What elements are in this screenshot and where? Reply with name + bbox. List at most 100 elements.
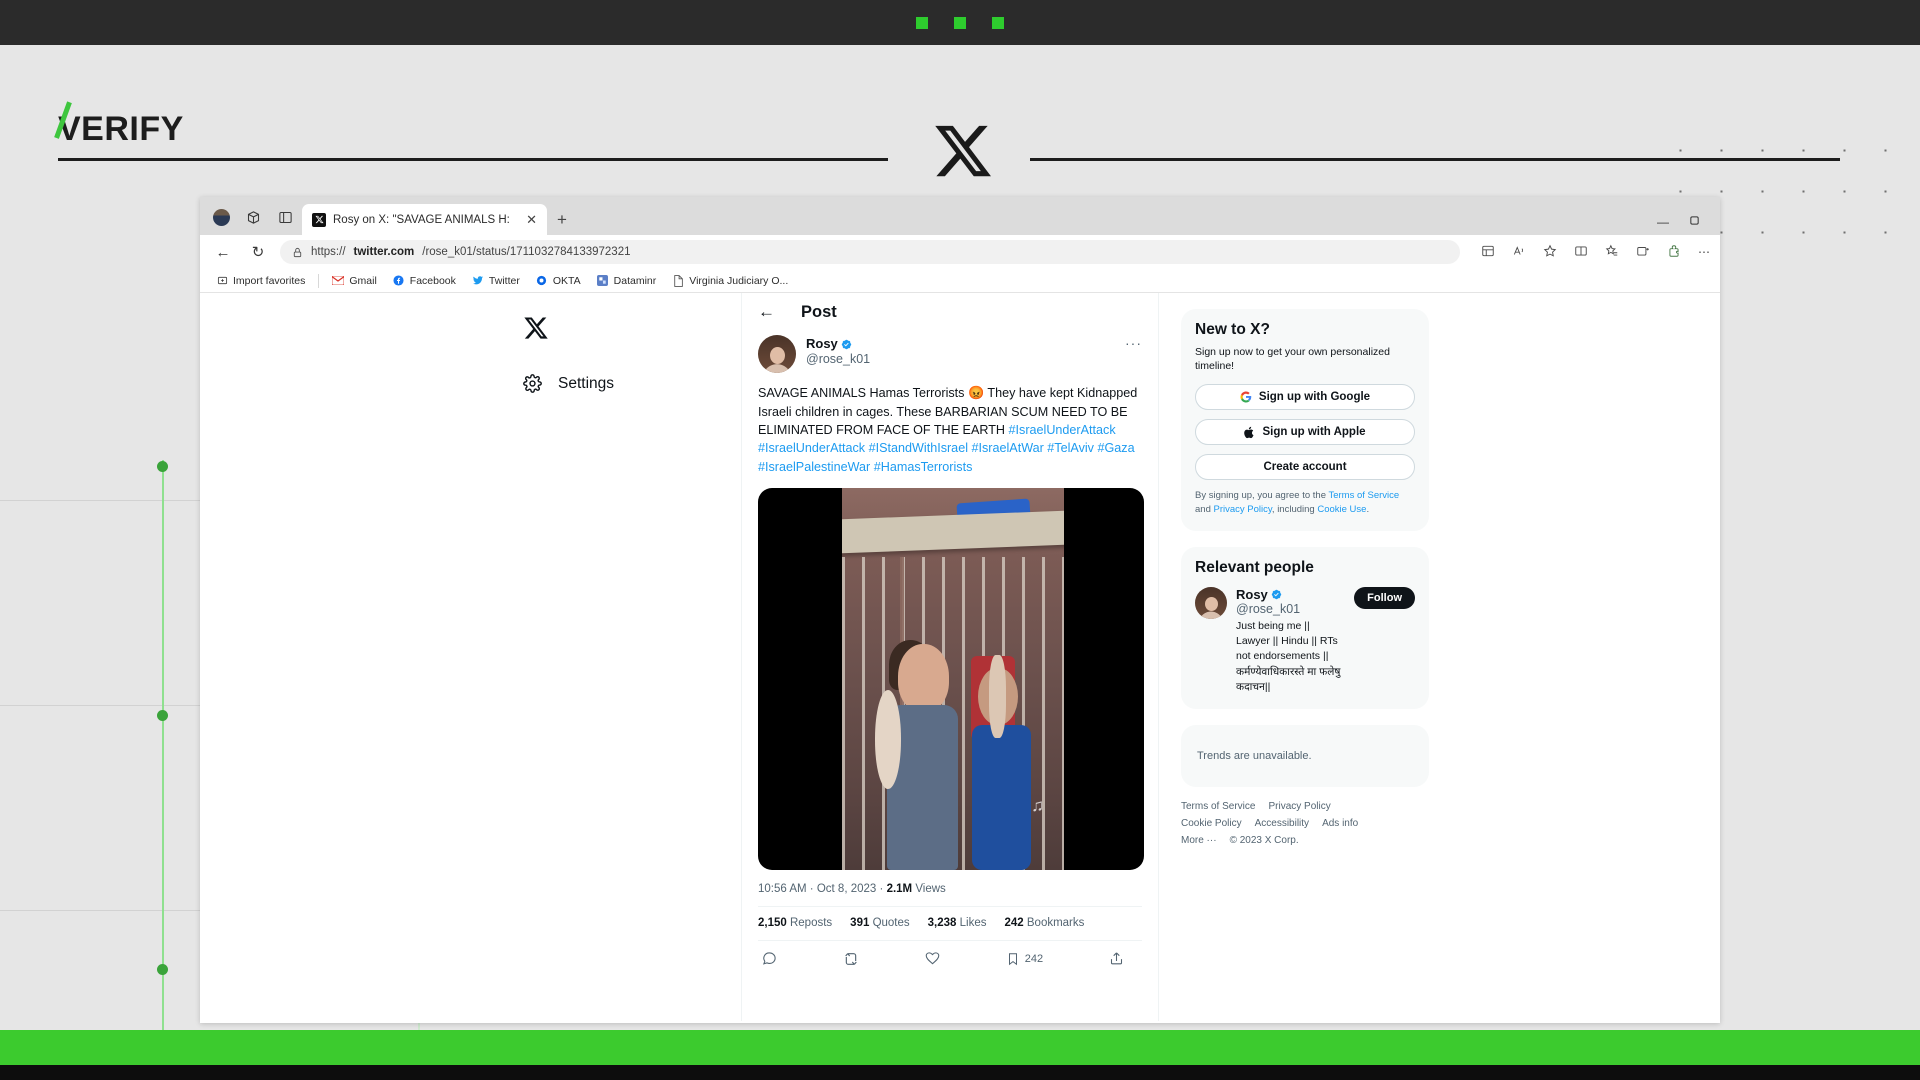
collections-icon[interactable] (1481, 244, 1495, 261)
person-bio: Just being me || Lawyer || Hindu || RTs … (1236, 619, 1341, 693)
like-button[interactable] (925, 951, 940, 966)
browser-essentials-icon[interactable] (1636, 244, 1650, 261)
top-status-bar (0, 0, 1920, 45)
signup-subtitle: Sign up now to get your own personalized… (1195, 346, 1390, 373)
tab-actions-icon[interactable] (270, 202, 300, 232)
tweet-video[interactable]: ♫ (758, 487, 1144, 870)
bookmark-count: 242 (1024, 952, 1044, 965)
decor-green-dot-1 (157, 461, 168, 472)
url-prefix: https:// (311, 246, 346, 258)
minimize-button[interactable]: — (1657, 215, 1669, 229)
footer-link-terms[interactable]: Terms of Service (1181, 801, 1255, 812)
profile-avatar-button[interactable] (206, 202, 236, 232)
follow-button[interactable]: Follow (1354, 586, 1415, 609)
legal-part-2: and (1195, 504, 1214, 516)
create-account-button[interactable]: Create account (1195, 454, 1415, 481)
bookmark-dataminr[interactable]: Dataminr (591, 273, 663, 289)
privacy-policy-link[interactable]: Privacy Policy (1214, 504, 1272, 515)
stat-reposts[interactable]: 2,150 Reposts (758, 917, 832, 929)
stat-bookmarks[interactable]: 242 Bookmarks (1004, 917, 1084, 929)
avatar[interactable] (1195, 586, 1227, 619)
read-aloud-icon[interactable] (1512, 244, 1526, 261)
footer-link-privacy[interactable]: Privacy Policy (1268, 801, 1330, 812)
stat-likes[interactable]: 3,238 Likes (928, 917, 987, 929)
extensions-icon[interactable] (1667, 244, 1681, 261)
stat-count: 3,238 (927, 916, 957, 929)
window-controls: — (1657, 215, 1714, 235)
bookmark-label: Facebook (409, 274, 456, 287)
stat-count: 391 (850, 916, 870, 929)
x-logo-icon (312, 212, 326, 227)
divider (318, 273, 320, 288)
share-button[interactable] (1109, 951, 1124, 966)
author-handle[interactable]: @rose_k01 (806, 352, 1115, 368)
sign-up-apple-button[interactable]: Sign up with Apple (1195, 419, 1415, 446)
stat-label: Bookmarks (1026, 916, 1085, 929)
header-rule-left (58, 158, 888, 161)
close-icon[interactable]: ✕ (524, 212, 539, 228)
workspaces-icon[interactable] (238, 202, 268, 232)
tiktok-watermark-icon: ♫ (1031, 796, 1045, 816)
terms-of-service-link[interactable]: Terms of Service (1328, 490, 1399, 501)
stat-label: Quotes (872, 916, 910, 929)
reply-button[interactable] (762, 951, 777, 966)
maximize-button[interactable] (1689, 215, 1700, 229)
repost-button[interactable] (843, 951, 859, 967)
post-header: ← Post (742, 293, 1158, 331)
bookmark-label: Virginia Judiciary O... (689, 274, 789, 287)
reply-icon (763, 952, 776, 965)
stat-quotes[interactable]: 391 Quotes (850, 917, 909, 929)
stat-count: 242 (1004, 916, 1024, 929)
bookmark-label: Gmail (349, 274, 377, 287)
bookmark-facebook[interactable]: Facebook (387, 273, 462, 289)
back-arrow-icon[interactable]: ← (758, 302, 775, 322)
sidebar-item-settings[interactable]: Settings (523, 374, 741, 393)
okta-icon (536, 275, 548, 287)
avatar-face (770, 347, 785, 364)
bookmark-twitter[interactable]: Twitter (466, 273, 526, 289)
back-icon[interactable]: ← (210, 239, 236, 265)
more-options-icon[interactable]: ··· (1125, 335, 1142, 351)
browser-window: Rosy on X: "SAVAGE ANIMALS H: ✕ + — ← ↻ … (200, 197, 1720, 1023)
legal-part-4: . (1366, 504, 1370, 516)
tweet: Rosy @rose_k01 ··· SAVAGE ANIMALS Hamas … (742, 331, 1158, 967)
favorites-list-icon[interactable] (1605, 244, 1619, 261)
footer-link-ads-info[interactable]: Ads info (1322, 818, 1358, 829)
post-time: 10:56 AM (758, 882, 807, 895)
person-name-text: Rosy (1236, 586, 1268, 602)
import-icon (216, 275, 228, 287)
x-logo-icon (935, 125, 991, 177)
settings-more-icon[interactable]: ⋯ (1698, 245, 1710, 259)
lock-icon (293, 247, 302, 257)
bookmark-gmail[interactable]: Gmail (326, 273, 382, 289)
stat-label: Likes (959, 916, 987, 929)
cookie-use-link[interactable]: Cookie Use (1317, 504, 1366, 515)
sign-up-google-button[interactable]: Sign up with Google (1195, 384, 1415, 411)
x-logo-icon[interactable] (523, 315, 549, 341)
views-label: Views (915, 882, 946, 895)
person-handle[interactable]: @rose_k01 (1236, 602, 1345, 616)
author-display-name[interactable]: Rosy (806, 336, 1115, 352)
bookmark-okta[interactable]: OKTA (530, 273, 587, 289)
bookmark-virginia-judiciary[interactable]: Virginia Judiciary O... (666, 273, 794, 289)
address-bar[interactable]: https:// twitter.com/rose_k01/status/1711… (280, 240, 1460, 264)
person-display-name[interactable]: Rosy (1236, 587, 1345, 602)
browser-tab[interactable]: Rosy on X: "SAVAGE ANIMALS H: ✕ (302, 204, 547, 235)
footer-link-more[interactable]: More ··· (1181, 835, 1217, 846)
footer-link-accessibility[interactable]: Accessibility (1255, 818, 1309, 829)
favorite-star-icon[interactable] (1543, 244, 1557, 261)
legal-part-3: , including (1271, 504, 1318, 516)
meta-sep-1: · (809, 882, 814, 895)
bookmark-button[interactable]: 242 (1006, 952, 1043, 966)
bookmark-import-favorites[interactable]: Import favorites (210, 273, 311, 289)
new-tab-button[interactable]: + (557, 210, 567, 230)
split-screen-icon[interactable] (1574, 244, 1588, 261)
stat-label: Reposts (789, 916, 833, 929)
stat-count: 2,150 (758, 916, 787, 929)
footer-link-cookie[interactable]: Cookie Policy (1181, 818, 1242, 829)
post-column: ← Post Rosy @rose_k01 ··· SAVAGE ANIMALS… (741, 293, 1159, 1021)
reload-icon[interactable]: ↻ (245, 239, 271, 265)
verify-logo-text: VERIFY (58, 110, 184, 148)
signup-card: New to X? Sign up now to get your own pe… (1181, 309, 1429, 531)
avatar[interactable] (758, 335, 796, 373)
